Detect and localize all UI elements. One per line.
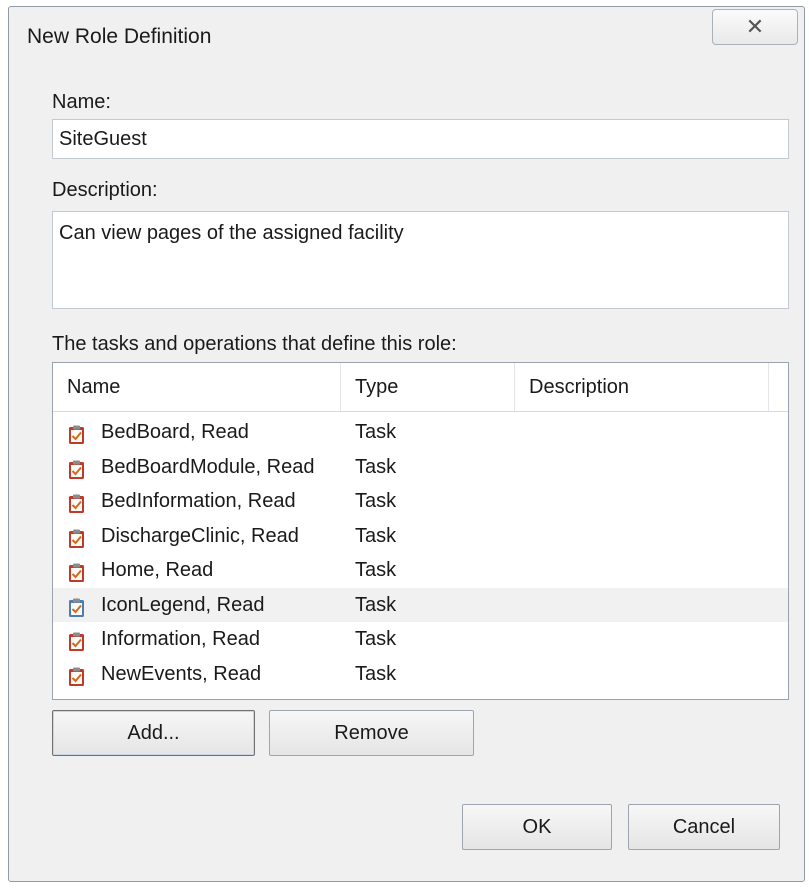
task-clipboard-icon [68,457,85,479]
task-type: Task [355,421,397,443]
column-header-description[interactable]: Description [515,363,769,411]
remove-button[interactable]: Remove [269,710,474,756]
task-row[interactable]: Information, Read Task [53,622,788,657]
task-clipboard-icon [68,595,85,617]
listview-header: Name Type Description [53,363,788,412]
tasks-label: The tasks and operations that define thi… [52,333,457,355]
task-type: Task [355,490,397,512]
task-clipboard-icon [68,560,85,582]
task-clipboard-icon [68,422,85,444]
task-type: Task [355,524,397,547]
task-type: Task [355,455,397,478]
task-name: BedBoard, Read [101,421,249,443]
description-textarea[interactable]: Can view pages of the assigned facility [52,211,789,309]
task-name: Home, Read [101,559,214,581]
add-button[interactable]: Add... [52,710,255,756]
task-row[interactable]: IconLegend, Read Task [53,587,788,622]
task-row[interactable]: NewEvents, Read Task [53,657,788,692]
close-button[interactable]: ✕ [712,9,798,45]
dialog-title: New Role Definition [27,25,212,48]
dialog-titlebar: New Role Definition ✕ [9,7,804,67]
name-input[interactable] [52,119,789,159]
cancel-button[interactable]: Cancel [628,804,780,850]
task-row[interactable]: BedInformation, Read Task [53,484,788,519]
task-clipboard-icon [68,664,85,686]
task-name: DischargeClinic, Read [101,524,299,547]
task-row[interactable]: Home, Read Task [53,553,788,588]
listview-body: BedBoard, Read Task BedBoardModule, Read Ta… [53,415,788,691]
ok-button[interactable]: OK [462,804,612,850]
description-label: Description: [52,179,158,201]
task-type: Task [355,628,397,650]
task-type: Task [355,662,397,685]
name-label: Name: [52,91,111,113]
task-row[interactable]: BedBoardModule, Read Task [53,450,788,485]
task-clipboard-icon [68,629,85,651]
task-clipboard-icon [68,491,85,513]
task-type: Task [355,593,397,616]
task-type: Task [355,559,397,581]
close-icon: ✕ [745,14,765,39]
task-name: BedBoardModule, Read [101,455,315,478]
new-role-definition-dialog: New Role Definition ✕ Name: Description:… [8,6,805,882]
column-header-name[interactable]: Name [53,363,341,411]
task-name: Information, Read [101,628,260,650]
task-name: BedInformation, Read [101,490,296,512]
task-name: IconLegend, Read [101,593,265,616]
task-row[interactable]: BedBoard, Read Task [53,415,788,450]
task-name: NewEvents, Read [101,662,262,685]
tasks-listview[interactable]: Name Type Description BedBoard, Read Task… [52,362,789,700]
column-header-type[interactable]: Type [341,363,515,411]
task-row[interactable]: DischargeClinic, Read Task [53,519,788,554]
task-clipboard-icon [68,526,85,548]
